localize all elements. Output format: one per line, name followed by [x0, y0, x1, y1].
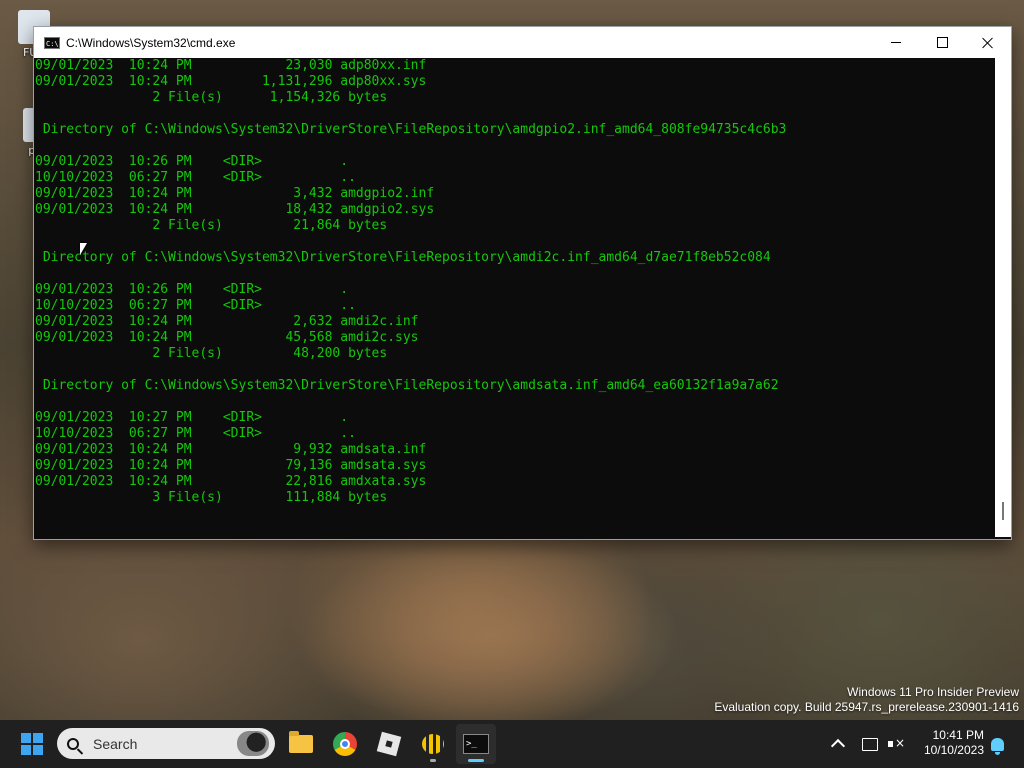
console-line: 09/01/2023 10:24 PM 9,932 amdsata.inf	[35, 442, 427, 457]
console-line: 09/01/2023 10:26 PM <DIR> .	[35, 154, 349, 169]
close-icon	[982, 37, 994, 49]
window-title: C:\Windows\System32\cmd.exe	[66, 35, 236, 50]
taskbar: Search >_ 10:41 PM 10/10/2023	[0, 720, 1024, 768]
minimize-button[interactable]	[873, 27, 919, 58]
maximize-icon	[936, 37, 948, 48]
folder-icon	[289, 731, 313, 753]
terminal-icon: >_	[463, 734, 489, 754]
search-placeholder: Search	[93, 735, 138, 752]
console-line: 2 File(s) 48,200 bytes	[35, 346, 388, 361]
clock-date: 10/10/2023	[923, 743, 984, 757]
console-line: 09/01/2023 10:27 PM <DIR> .	[35, 410, 349, 425]
windows-start-icon	[21, 733, 43, 755]
watermark-edition: Windows 11 Pro Insider Preview	[847, 685, 1019, 699]
bell-icon	[990, 737, 1004, 755]
cmd-window[interactable]: C:\ C:\Windows\System32\cmd.exe 09/01/20…	[33, 26, 1012, 540]
volume-muted-icon	[888, 736, 905, 750]
console-line: 09/01/2023 10:24 PM 23,030 adp80xx.inf	[35, 58, 427, 73]
roblox-icon	[376, 731, 402, 757]
windows-watermark: Windows 11 Pro Insider Preview Evaluatio…	[714, 685, 1019, 715]
console-line: 10/10/2023 06:27 PM <DIR> ..	[35, 170, 356, 185]
minimize-icon	[891, 42, 901, 43]
taskbar-search[interactable]: Search	[57, 728, 275, 759]
chevron-up-icon	[830, 738, 846, 754]
console-line: 2 File(s) 1,154,326 bytes	[35, 90, 388, 105]
console-line: 09/01/2023 10:24 PM 22,816 amdxata.sys	[35, 474, 427, 489]
search-highlight-image	[237, 731, 269, 756]
network-icon	[862, 737, 878, 751]
volume-button[interactable]	[884, 720, 906, 768]
taskbar-command-prompt[interactable]: >_	[456, 724, 496, 764]
console-line: 3 File(s) 111,884 bytes	[35, 490, 388, 505]
clock-time: 10:41 PM	[932, 728, 984, 742]
close-button[interactable]	[965, 27, 1011, 58]
running-indicator	[430, 759, 436, 762]
console-line: 09/01/2023 10:26 PM <DIR> .	[35, 282, 349, 297]
console-output[interactable]: 09/01/2023 10:24 PM 23,030 adp80xx.inf 09…	[34, 58, 995, 537]
watermark-build: Evaluation copy. Build 25947.rs_prerelea…	[714, 700, 1019, 714]
console-line: 09/01/2023 10:24 PM 18,432 amdgpio2.sys	[35, 202, 435, 217]
scroll-thumb[interactable]	[1002, 502, 1004, 520]
taskbar-roblox[interactable]	[369, 724, 409, 764]
bee-icon	[422, 734, 444, 754]
vertical-scrollbar[interactable]	[995, 58, 1011, 537]
network-button[interactable]	[858, 720, 882, 768]
console-line: 2 File(s) 21,864 bytes	[35, 218, 388, 233]
console-line: 09/01/2023 10:24 PM 45,568 amdi2c.sys	[35, 330, 419, 345]
search-icon	[67, 737, 79, 750]
mouse-pointer-icon	[80, 243, 87, 255]
console-line: Directory of C:\Windows\System32\DriverS…	[35, 122, 787, 137]
console-line: 09/01/2023 10:24 PM 2,632 amdi2c.inf	[35, 314, 419, 329]
maximize-button[interactable]	[919, 27, 965, 58]
notifications-button[interactable]	[986, 720, 1008, 768]
console-line: Directory of C:\Windows\System32\DriverS…	[35, 378, 779, 393]
start-button[interactable]	[12, 724, 52, 764]
console-line: 09/01/2023 10:24 PM 3,432 amdgpio2.inf	[35, 186, 435, 201]
show-hidden-icons-button[interactable]	[828, 720, 848, 768]
taskbar-file-explorer[interactable]	[281, 724, 321, 764]
chrome-icon	[333, 732, 357, 756]
wallpaper-figure	[300, 540, 680, 730]
console-line: 10/10/2023 06:27 PM <DIR> ..	[35, 426, 356, 441]
clock[interactable]: 10:41 PM 10/10/2023	[908, 728, 984, 758]
title-bar[interactable]: C:\ C:\Windows\System32\cmd.exe	[34, 27, 1011, 58]
taskbar-bee-app[interactable]	[413, 724, 453, 764]
console-line: 09/01/2023 10:24 PM 1,131,296 adp80xx.sy…	[35, 74, 427, 89]
console-line: Directory of C:\Windows\System32\DriverS…	[35, 250, 771, 265]
console-line: 10/10/2023 06:27 PM <DIR> ..	[35, 298, 356, 313]
taskbar-chrome[interactable]	[325, 724, 365, 764]
console-line: 09/01/2023 10:24 PM 79,136 amdsata.sys	[35, 458, 427, 473]
active-indicator	[468, 759, 484, 762]
cmd-icon: C:\	[44, 36, 60, 49]
